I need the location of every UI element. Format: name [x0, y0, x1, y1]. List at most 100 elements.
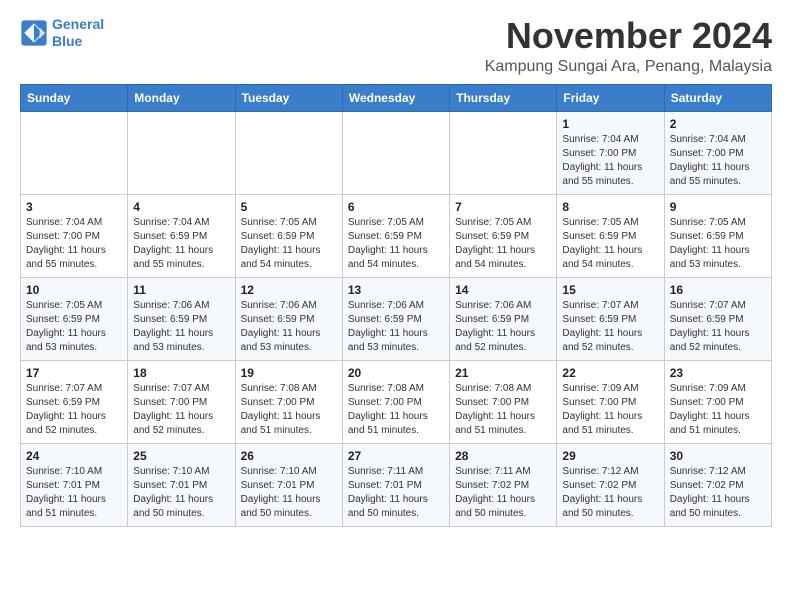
- day-info: Sunrise: 7:04 AM Sunset: 7:00 PM Dayligh…: [26, 216, 122, 272]
- calendar-cell: 5 Sunrise: 7:05 AM Sunset: 6:59 PM Daylig…: [235, 194, 342, 277]
- weekday-header-tuesday: Tuesday: [235, 84, 342, 111]
- day-info: Sunrise: 7:09 AM Sunset: 7:00 PM Dayligh…: [562, 382, 658, 438]
- day-number: 1: [562, 117, 658, 131]
- calendar-cell: 6 Sunrise: 7:05 AM Sunset: 6:59 PM Daylig…: [342, 194, 449, 277]
- calendar-cell: 20 Sunrise: 7:08 AM Sunset: 7:00 PM Dayli…: [342, 360, 449, 443]
- day-number: 12: [241, 283, 337, 297]
- day-info: Sunrise: 7:05 AM Sunset: 6:59 PM Dayligh…: [562, 216, 658, 272]
- day-info: Sunrise: 7:12 AM Sunset: 7:02 PM Dayligh…: [562, 465, 658, 521]
- day-info: Sunrise: 7:11 AM Sunset: 7:01 PM Dayligh…: [348, 465, 444, 521]
- day-info: Sunrise: 7:07 AM Sunset: 7:00 PM Dayligh…: [133, 382, 229, 438]
- day-info: Sunrise: 7:06 AM Sunset: 6:59 PM Dayligh…: [133, 299, 229, 355]
- day-number: 16: [670, 283, 766, 297]
- day-number: 17: [26, 366, 122, 380]
- day-info: Sunrise: 7:07 AM Sunset: 6:59 PM Dayligh…: [670, 299, 766, 355]
- weekday-header-monday: Monday: [128, 84, 235, 111]
- location-title: Kampung Sungai Ara, Penang, Malaysia: [485, 58, 772, 76]
- calendar-cell: 27 Sunrise: 7:11 AM Sunset: 7:01 PM Dayli…: [342, 443, 449, 526]
- day-info: Sunrise: 7:10 AM Sunset: 7:01 PM Dayligh…: [133, 465, 229, 521]
- day-info: Sunrise: 7:04 AM Sunset: 6:59 PM Dayligh…: [133, 216, 229, 272]
- day-number: 30: [670, 449, 766, 463]
- logo-line2: Blue: [52, 33, 82, 49]
- day-info: Sunrise: 7:10 AM Sunset: 7:01 PM Dayligh…: [26, 465, 122, 521]
- calendar-cell: [450, 111, 557, 194]
- day-number: 5: [241, 200, 337, 214]
- week-row-2: 3 Sunrise: 7:04 AM Sunset: 7:00 PM Daylig…: [21, 194, 772, 277]
- calendar-cell: 8Sunrise: 7:05 AM Sunset: 6:59 PM Daylig…: [557, 194, 664, 277]
- calendar-cell: 25 Sunrise: 7:10 AM Sunset: 7:01 PM Dayli…: [128, 443, 235, 526]
- day-number: 2: [670, 117, 766, 131]
- day-number: 19: [241, 366, 337, 380]
- day-info: Sunrise: 7:06 AM Sunset: 6:59 PM Dayligh…: [455, 299, 551, 355]
- day-number: 29: [562, 449, 658, 463]
- weekday-header-saturday: Saturday: [664, 84, 771, 111]
- day-number: 26: [241, 449, 337, 463]
- day-info: Sunrise: 7:08 AM Sunset: 7:00 PM Dayligh…: [348, 382, 444, 438]
- day-number: 15: [562, 283, 658, 297]
- day-info: Sunrise: 7:07 AM Sunset: 6:59 PM Dayligh…: [26, 382, 122, 438]
- day-number: 10: [26, 283, 122, 297]
- calendar-cell: [235, 111, 342, 194]
- day-number: 25: [133, 449, 229, 463]
- calendar-cell: 16 Sunrise: 7:07 AM Sunset: 6:59 PM Dayli…: [664, 277, 771, 360]
- day-number: 11: [133, 283, 229, 297]
- day-number: 4: [133, 200, 229, 214]
- day-number: 21: [455, 366, 551, 380]
- calendar-cell: 15 Sunrise: 7:07 AM Sunset: 6:59 PM Dayli…: [557, 277, 664, 360]
- day-number: 24: [26, 449, 122, 463]
- day-info: Sunrise: 7:05 AM Sunset: 6:59 PM Dayligh…: [455, 216, 551, 272]
- logo-line1: General: [52, 16, 104, 32]
- logo-icon: [20, 19, 48, 47]
- day-number: 7: [455, 200, 551, 214]
- calendar-cell: 18 Sunrise: 7:07 AM Sunset: 7:00 PM Dayli…: [128, 360, 235, 443]
- page-header: General Blue November 2024 Kampung Sunga…: [20, 16, 772, 76]
- day-number: 27: [348, 449, 444, 463]
- day-info: Sunrise: 7:08 AM Sunset: 7:00 PM Dayligh…: [455, 382, 551, 438]
- week-row-5: 24 Sunrise: 7:10 AM Sunset: 7:01 PM Dayli…: [21, 443, 772, 526]
- day-info: Sunrise: 7:07 AM Sunset: 6:59 PM Dayligh…: [562, 299, 658, 355]
- day-info: Sunrise: 7:10 AM Sunset: 7:01 PM Dayligh…: [241, 465, 337, 521]
- day-info: Sunrise: 7:08 AM Sunset: 7:00 PM Dayligh…: [241, 382, 337, 438]
- day-number: 6: [348, 200, 444, 214]
- day-info: Sunrise: 7:06 AM Sunset: 6:59 PM Dayligh…: [348, 299, 444, 355]
- calendar-cell: 10Sunrise: 7:05 AM Sunset: 6:59 PM Dayli…: [21, 277, 128, 360]
- day-number: 14: [455, 283, 551, 297]
- day-info: Sunrise: 7:06 AM Sunset: 6:59 PM Dayligh…: [241, 299, 337, 355]
- calendar-cell: 21 Sunrise: 7:08 AM Sunset: 7:00 PM Dayli…: [450, 360, 557, 443]
- title-block: November 2024 Kampung Sungai Ara, Penang…: [485, 16, 772, 76]
- calendar-cell: 17 Sunrise: 7:07 AM Sunset: 6:59 PM Dayli…: [21, 360, 128, 443]
- calendar-cell: [128, 111, 235, 194]
- day-number: 20: [348, 366, 444, 380]
- calendar-cell: 23Sunrise: 7:09 AM Sunset: 7:00 PM Dayli…: [664, 360, 771, 443]
- logo: General Blue: [20, 16, 104, 50]
- day-info: Sunrise: 7:11 AM Sunset: 7:02 PM Dayligh…: [455, 465, 551, 521]
- week-row-3: 10Sunrise: 7:05 AM Sunset: 6:59 PM Dayli…: [21, 277, 772, 360]
- day-info: Sunrise: 7:05 AM Sunset: 6:59 PM Dayligh…: [241, 216, 337, 272]
- week-row-1: 1Sunrise: 7:04 AM Sunset: 7:00 PM Daylig…: [21, 111, 772, 194]
- calendar-cell: 14 Sunrise: 7:06 AM Sunset: 6:59 PM Dayli…: [450, 277, 557, 360]
- day-info: Sunrise: 7:05 AM Sunset: 6:59 PM Dayligh…: [348, 216, 444, 272]
- day-number: 13: [348, 283, 444, 297]
- day-number: 22: [562, 366, 658, 380]
- calendar-cell: 19 Sunrise: 7:08 AM Sunset: 7:00 PM Dayli…: [235, 360, 342, 443]
- calendar-cell: 26 Sunrise: 7:10 AM Sunset: 7:01 PM Dayli…: [235, 443, 342, 526]
- weekday-header-row: SundayMondayTuesdayWednesdayThursdayFrid…: [21, 84, 772, 111]
- weekday-header-friday: Friday: [557, 84, 664, 111]
- day-info: Sunrise: 7:12 AM Sunset: 7:02 PM Dayligh…: [670, 465, 766, 521]
- calendar-header: SundayMondayTuesdayWednesdayThursdayFrid…: [21, 84, 772, 111]
- day-number: 3: [26, 200, 122, 214]
- calendar-cell: 28Sunrise: 7:11 AM Sunset: 7:02 PM Dayli…: [450, 443, 557, 526]
- day-info: Sunrise: 7:09 AM Sunset: 7:00 PM Dayligh…: [670, 382, 766, 438]
- day-number: 9: [670, 200, 766, 214]
- weekday-header-sunday: Sunday: [21, 84, 128, 111]
- calendar-cell: 12 Sunrise: 7:06 AM Sunset: 6:59 PM Dayli…: [235, 277, 342, 360]
- calendar-cell: 2Sunrise: 7:04 AM Sunset: 7:00 PM Daylig…: [664, 111, 771, 194]
- calendar-cell: 1Sunrise: 7:04 AM Sunset: 7:00 PM Daylig…: [557, 111, 664, 194]
- calendar-cell: 13 Sunrise: 7:06 AM Sunset: 6:59 PM Dayli…: [342, 277, 449, 360]
- calendar-cell: 11 Sunrise: 7:06 AM Sunset: 6:59 PM Dayli…: [128, 277, 235, 360]
- weekday-header-thursday: Thursday: [450, 84, 557, 111]
- day-number: 18: [133, 366, 229, 380]
- calendar-cell: 9Sunrise: 7:05 AM Sunset: 6:59 PM Daylig…: [664, 194, 771, 277]
- calendar-cell: 30 Sunrise: 7:12 AM Sunset: 7:02 PM Dayli…: [664, 443, 771, 526]
- calendar-cell: 4 Sunrise: 7:04 AM Sunset: 6:59 PM Daylig…: [128, 194, 235, 277]
